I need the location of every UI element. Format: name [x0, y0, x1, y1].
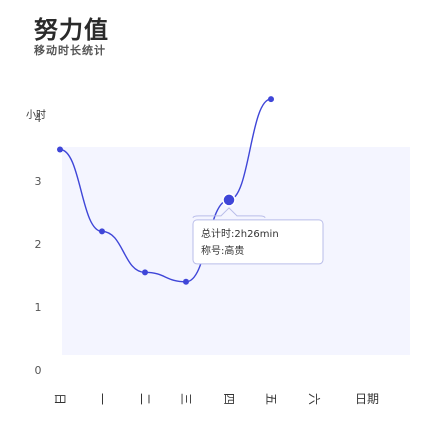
y-tick-label: 0 [35, 364, 42, 377]
data-point [268, 96, 274, 103]
y-tick-label: 2 [35, 238, 42, 251]
x-tick-label: 四 [222, 393, 236, 405]
x-tick-label: 二 [138, 393, 152, 405]
x-tick-label: 六 [307, 393, 321, 405]
x-tick-label: 三 [179, 393, 193, 405]
tooltip-line-title: 称号:高贵 [201, 244, 244, 257]
y-tick-label: 1 [35, 301, 42, 314]
data-point [99, 228, 105, 235]
data-point [142, 269, 148, 276]
chart-page: 努力值 移动时长统计 小时 0 1 2 3 4 日一二三四五六日期 总计时:2h26min 称… [0, 0, 444, 448]
y-tick-label: 4 [35, 112, 42, 125]
x-tick-label: 五 [264, 393, 278, 405]
highlighted-data-point [222, 193, 236, 207]
tooltip-line-total: 总计时:2h26min [201, 227, 279, 240]
tooltip-box [192, 219, 324, 265]
x-tick-label: 一 [95, 393, 109, 405]
data-point [57, 146, 63, 153]
data-point [183, 278, 189, 285]
y-tick-label: 3 [35, 175, 42, 188]
x-tick-label: 日 [53, 393, 67, 405]
x-tick-label: 日期 [355, 392, 379, 406]
line-chart: 0 1 2 3 4 日 一 二 三 四 五 六 日期 总计时:2h26min 称号:高贵 [35, 96, 410, 406]
